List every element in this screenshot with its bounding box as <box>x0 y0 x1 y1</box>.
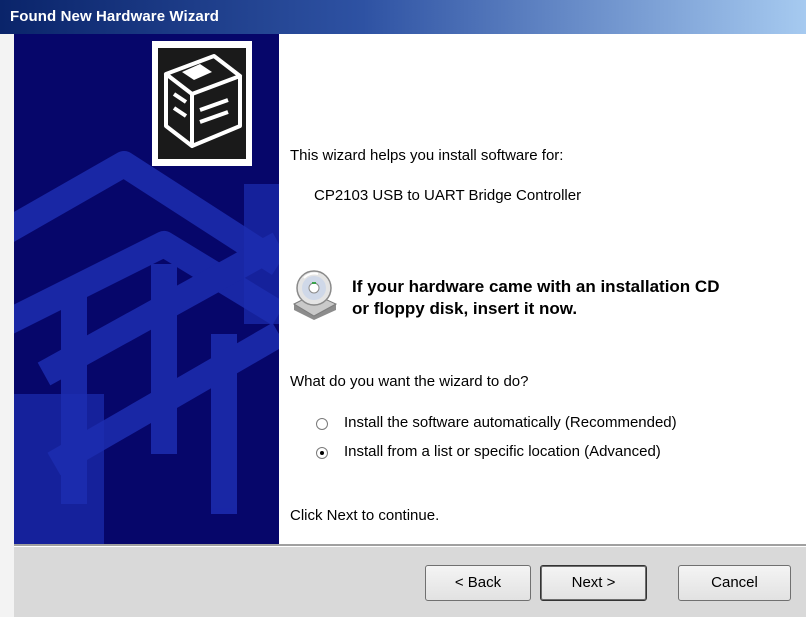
cancel-button[interactable]: Cancel <box>678 565 791 601</box>
radio-install-automatically[interactable] <box>316 418 328 430</box>
wizard-window: Found New Hardware Wizard This wizard he… <box>0 0 806 617</box>
option-install-automatically[interactable]: Install the software automatically (Reco… <box>316 414 736 436</box>
window-left-border <box>0 34 14 617</box>
window-title: Found New Hardware Wizard <box>10 8 220 25</box>
cd-notice-text: If your hardware came with an installati… <box>352 276 719 320</box>
cd-notice-line-2: or floppy disk, insert it now. <box>352 299 578 318</box>
cd-notice: If your hardware came with an installati… <box>290 268 790 328</box>
radio-install-from-list[interactable] <box>316 447 328 459</box>
title-bar[interactable]: Found New Hardware Wizard <box>0 0 806 34</box>
device-name: CP2103 USB to UART Bridge Controller <box>314 187 582 204</box>
question-text: What do you want the wizard to do? <box>290 373 529 390</box>
banner-graphic <box>14 34 279 544</box>
intro-text: This wizard helps you install software f… <box>290 147 564 164</box>
option-label-advanced[interactable]: Install from a list or specific location… <box>344 443 661 460</box>
cd-disc-icon <box>292 270 338 320</box>
cd-notice-line-1: If your hardware came with an installati… <box>352 277 720 296</box>
option-label-automatic[interactable]: Install the software automatically (Reco… <box>344 414 677 431</box>
hardware-box-icon <box>152 41 252 166</box>
instruction-text: Click Next to continue. <box>290 507 440 524</box>
back-button[interactable]: < Back <box>425 565 531 601</box>
wizard-side-banner <box>14 34 279 544</box>
option-install-from-list[interactable]: Install from a list or specific location… <box>316 443 736 465</box>
next-button[interactable]: Next > <box>540 565 647 601</box>
